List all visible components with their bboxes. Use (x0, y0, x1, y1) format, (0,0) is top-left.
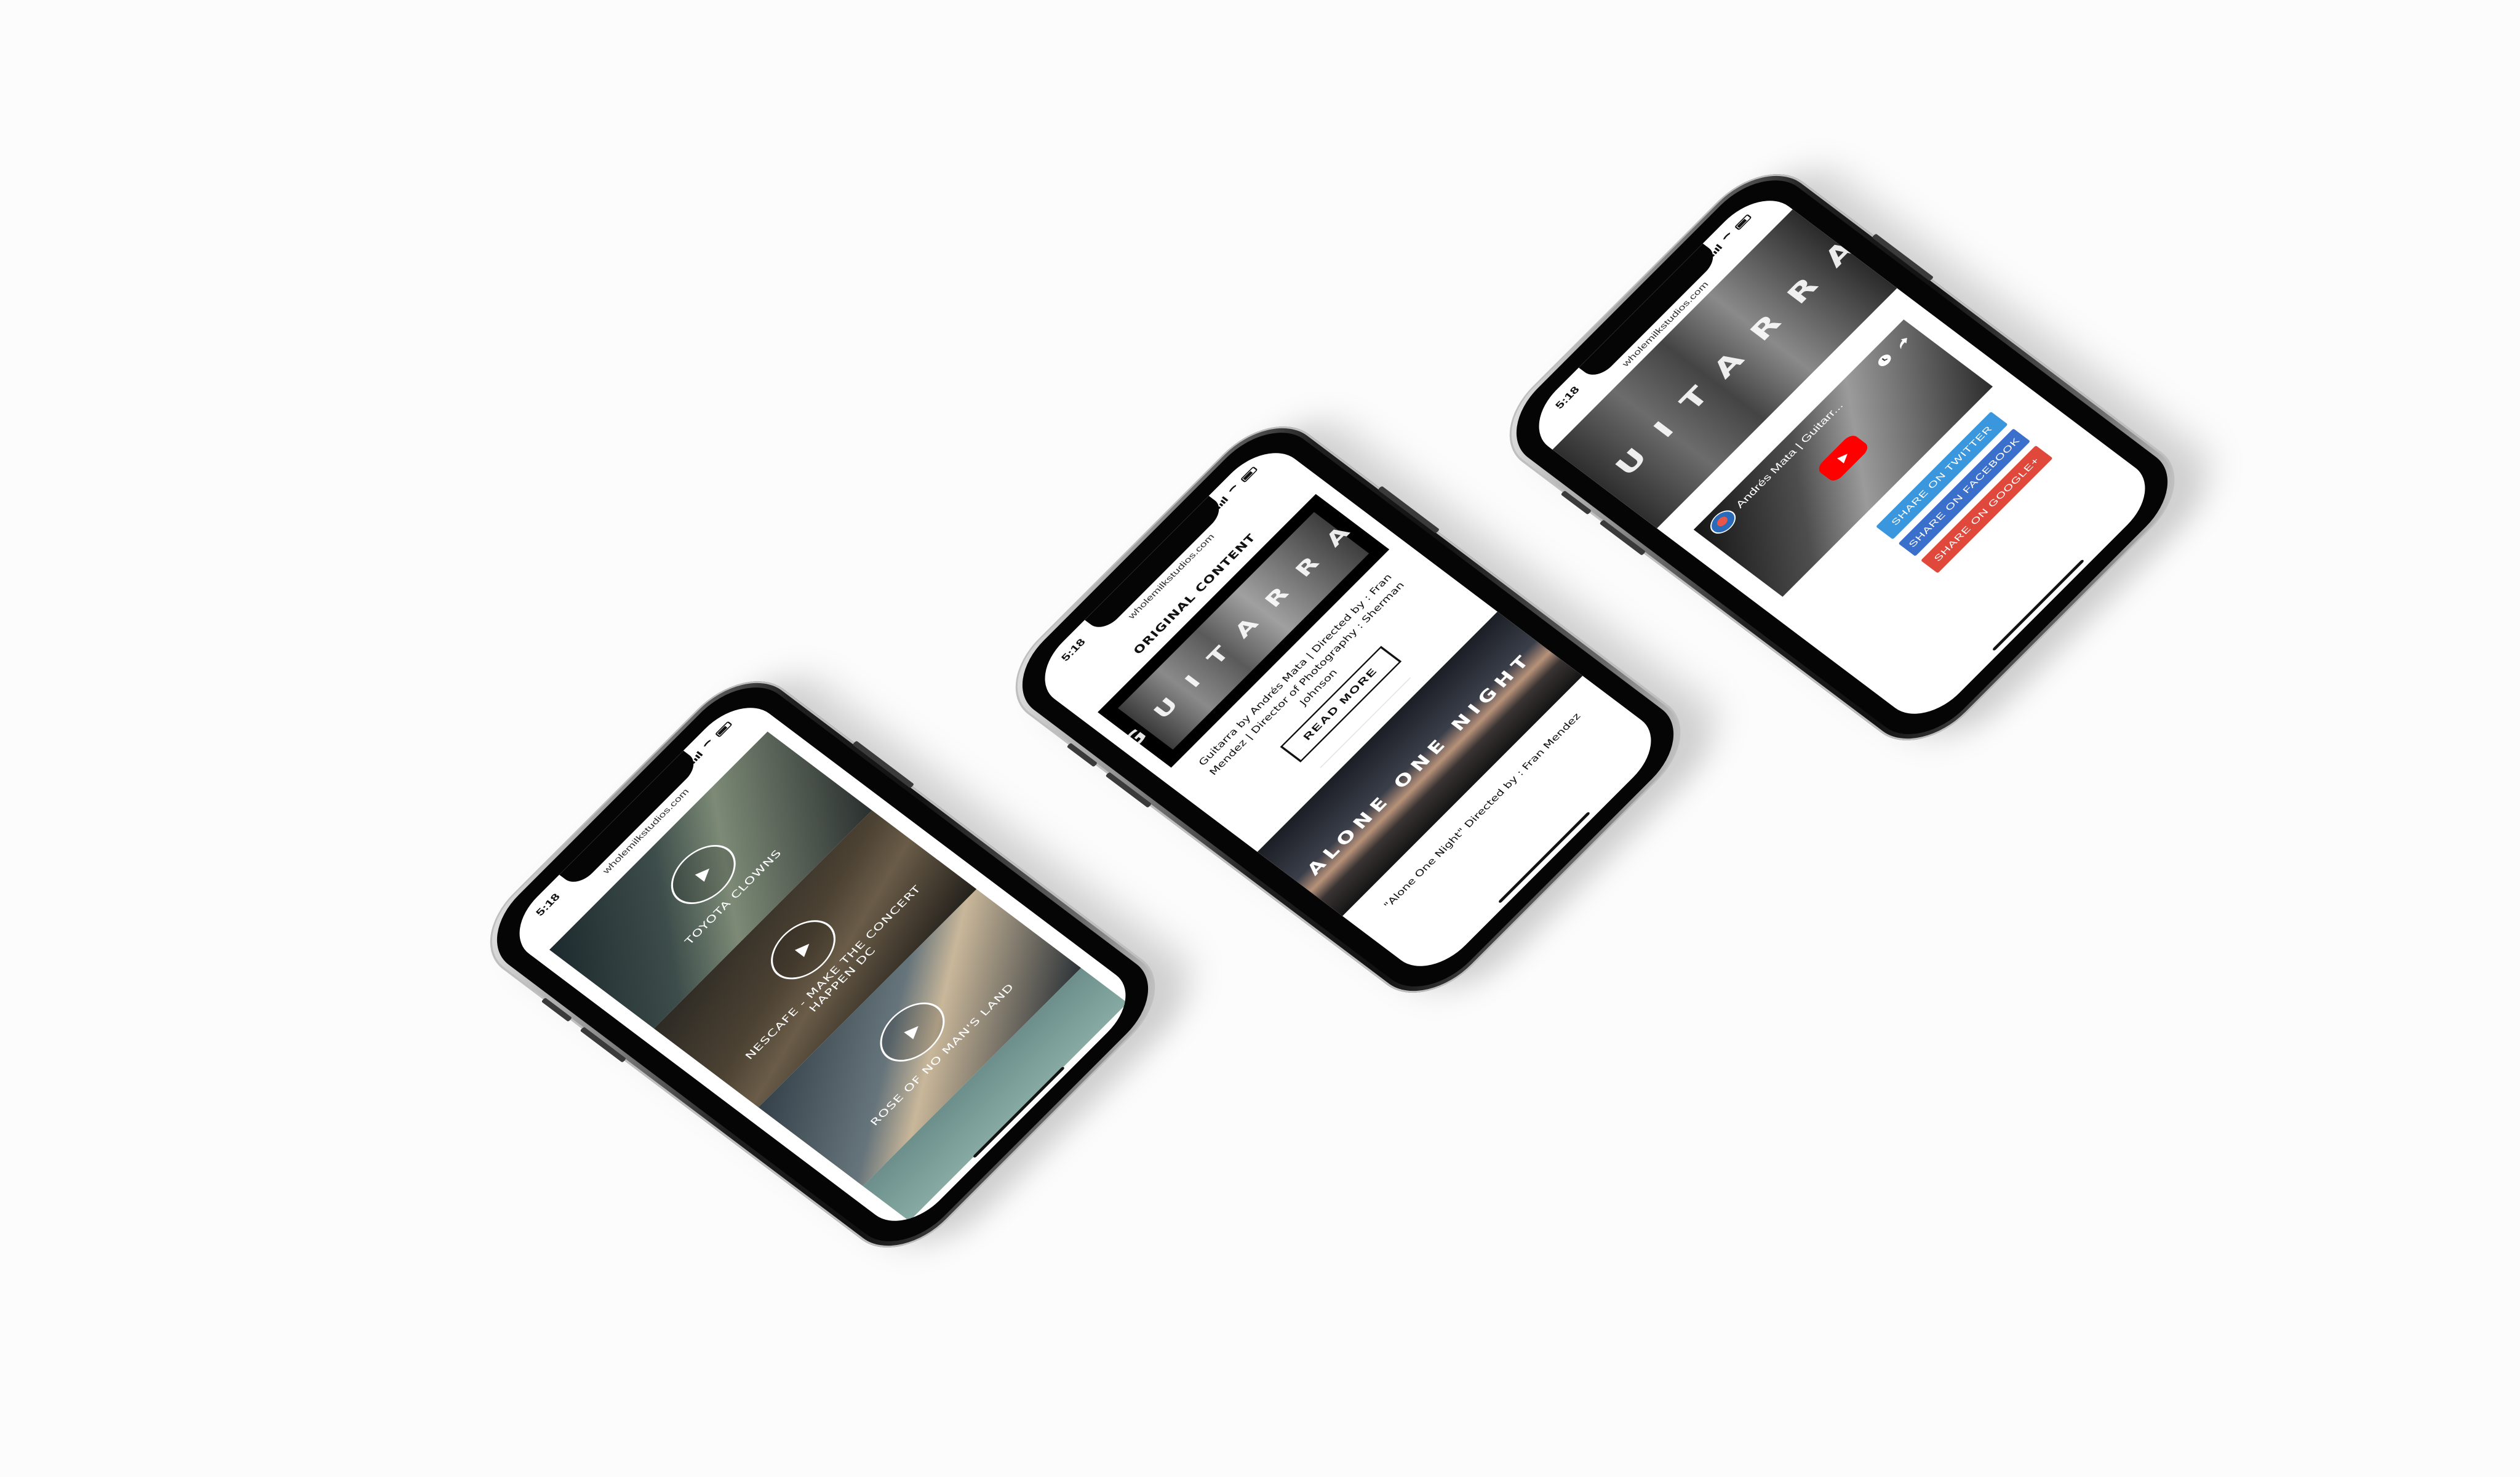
youtube-icons (1873, 332, 1914, 371)
phone-frame: 5:18 wholemilkstudios.com TOYOTA CLOWNS … (466, 660, 1179, 1268)
play-icon (1837, 454, 1848, 463)
wifi-icon (1721, 231, 1736, 244)
page-content: ORIGINAL CONTENT GUITARRA Guitarra by An… (1060, 463, 1669, 982)
phone-bezel: 5:18 wholemilkstudios.com TOYOTA CLOWNS … (474, 668, 1171, 1260)
wifi-icon (1227, 483, 1242, 496)
wifi-icon (701, 738, 716, 751)
hero-word: ALONE ONE NIGHT (1302, 649, 1537, 879)
share-arrow-icon[interactable] (1891, 332, 1914, 353)
play-icon (794, 943, 810, 958)
clock-icon[interactable] (1873, 350, 1896, 370)
play-icon (904, 1026, 919, 1039)
phone-screen: 5:18 wholemilkstudios.com TOYOTA CLOWNS … (501, 692, 1144, 1236)
phone-screen: 5:18 wholemilkstudios.com ORIGINAL CONTE… (1026, 438, 1670, 982)
youtube-play-button[interactable] (1815, 433, 1871, 484)
phone-left: 5:18 wholemilkstudios.com TOYOTA CLOWNS … (466, 657, 1214, 1268)
play-icon (695, 868, 710, 882)
mockup-stage: 5:18 wholemilkstudios.com TOYOTA CLOWNS … (0, 0, 2520, 1477)
channel-avatar[interactable] (1705, 506, 1741, 538)
page-content: GUITARRA Andrés Mata | Guitarr... SHARE … (1552, 209, 2163, 729)
